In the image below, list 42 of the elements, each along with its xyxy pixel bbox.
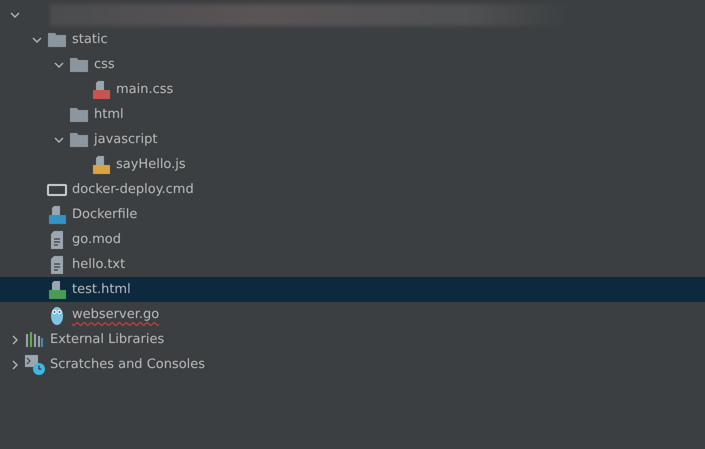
tree-row[interactable]: External Libraries xyxy=(0,327,705,352)
gopher-icon xyxy=(50,304,64,324)
tree-row[interactable]: html xyxy=(0,102,705,127)
tree-item-label: hello.txt xyxy=(72,257,126,272)
file-icon xyxy=(47,280,67,298)
tree-row[interactable]: webserver.go xyxy=(0,302,705,327)
text-file-icon xyxy=(51,230,63,248)
tree-item-label: test.html xyxy=(72,282,131,297)
tree-row[interactable]: Dockerfile xyxy=(0,202,705,227)
folder-icon xyxy=(48,32,66,47)
tree-row[interactable]: test.html xyxy=(0,277,705,302)
folder-icon xyxy=(70,107,88,122)
file-icon xyxy=(47,206,67,224)
tree-item-label: html xyxy=(94,107,124,122)
file-icon xyxy=(91,80,111,98)
tree-row[interactable]: hello.txt xyxy=(0,252,705,277)
terminal-file-icon xyxy=(47,182,67,196)
tree-row[interactable]: static xyxy=(0,27,705,52)
tree-row[interactable]: go.mod xyxy=(0,227,705,252)
tree-item-label: webserver.go xyxy=(72,307,160,322)
tree-item-label: sayHello.js xyxy=(116,157,186,172)
folder-icon xyxy=(70,57,88,72)
tree-item-label: main.css xyxy=(116,82,174,97)
tree-item-label: static xyxy=(72,32,108,47)
scratches-icon xyxy=(25,354,45,374)
tree-item-label: go.mod xyxy=(72,232,121,247)
tree-row[interactable]: main.css xyxy=(0,77,705,102)
tree-item-label: css xyxy=(94,57,115,72)
tree-row[interactable]: docker-deploy.cmd xyxy=(0,177,705,202)
tree-row[interactable]: css xyxy=(0,52,705,77)
file-icon xyxy=(91,156,111,174)
tree-item-label: javascript xyxy=(94,132,158,147)
libraries-icon xyxy=(26,332,44,347)
text-file-icon xyxy=(51,256,63,274)
tree-item-label: External Libraries xyxy=(50,332,164,347)
tree-row[interactable]: sayHello.js xyxy=(0,152,705,177)
tree-row[interactable]: javascript xyxy=(0,127,705,152)
tree-item-label: Dockerfile xyxy=(72,207,138,222)
tree-row[interactable]: Scratches and Consoles xyxy=(0,352,705,377)
folder-icon xyxy=(70,132,88,147)
tree-item-label: docker-deploy.cmd xyxy=(72,182,194,197)
tree-item-label: Scratches and Consoles xyxy=(50,357,206,372)
